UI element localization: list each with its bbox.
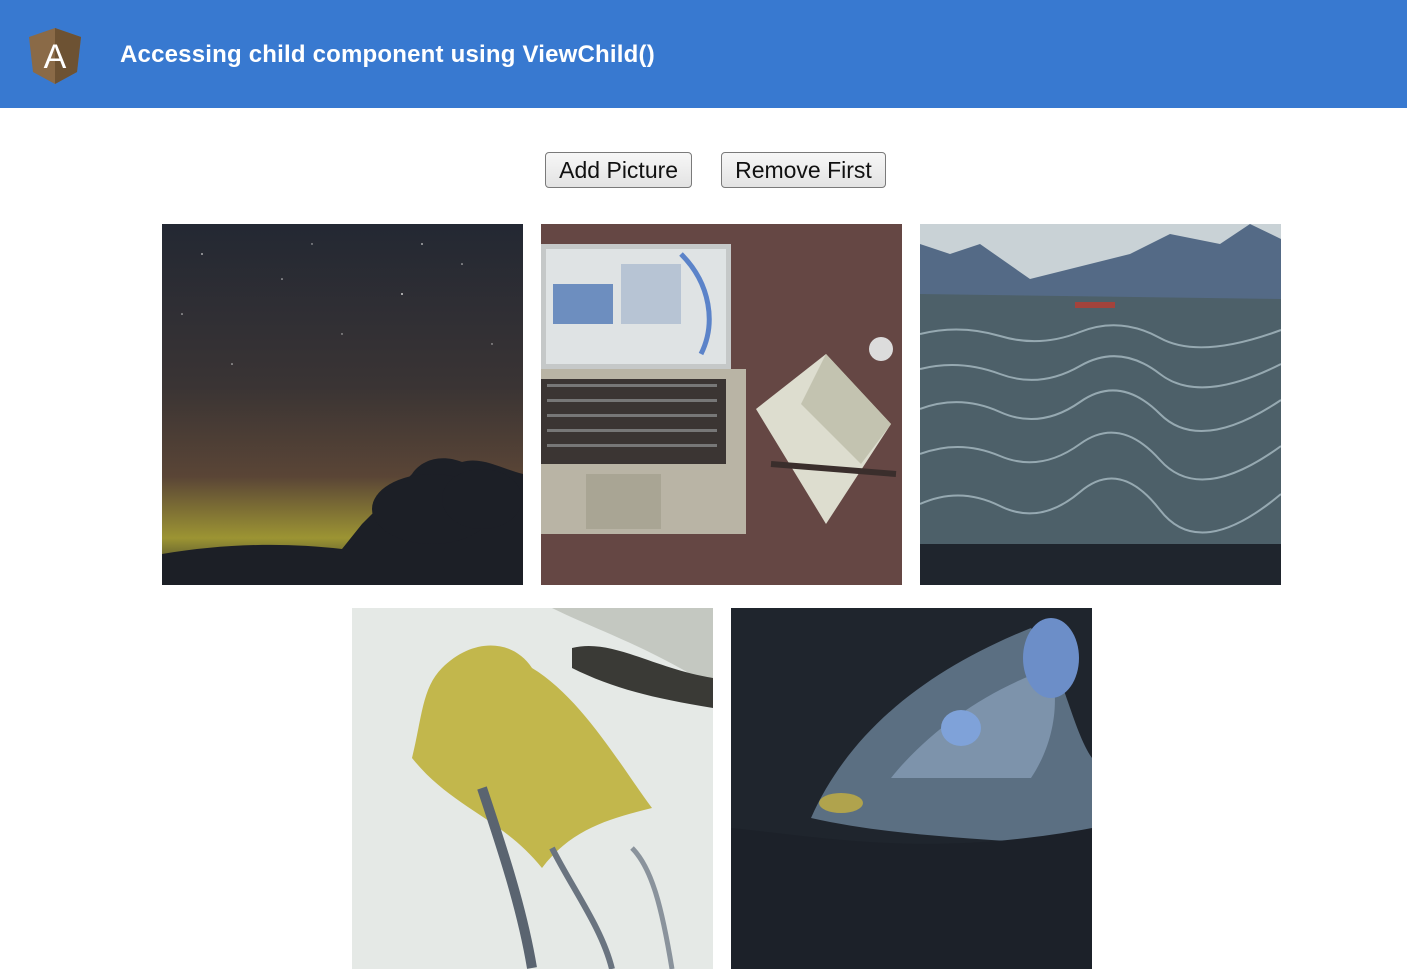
picture-card [541,224,902,585]
logo-letter: A [44,38,67,76]
angular-icon: A [27,27,83,85]
aurora-image [731,608,1092,969]
leaf-image [352,608,713,969]
app-header: A Accessing child component using ViewCh… [0,0,1407,108]
add-picture-button[interactable]: Add Picture [545,152,693,188]
sea-image [920,224,1281,585]
page-title: Accessing child component using ViewChil… [120,41,655,68]
remove-first-button[interactable]: Remove First [721,152,886,188]
toolbar: Add Picture Remove First [0,152,1407,188]
picture-card [920,224,1281,585]
laptop-desk-image [541,224,902,585]
night-sky-image [162,224,523,585]
picture-card [162,224,523,585]
picture-card [352,608,713,969]
picture-card [731,608,1092,969]
